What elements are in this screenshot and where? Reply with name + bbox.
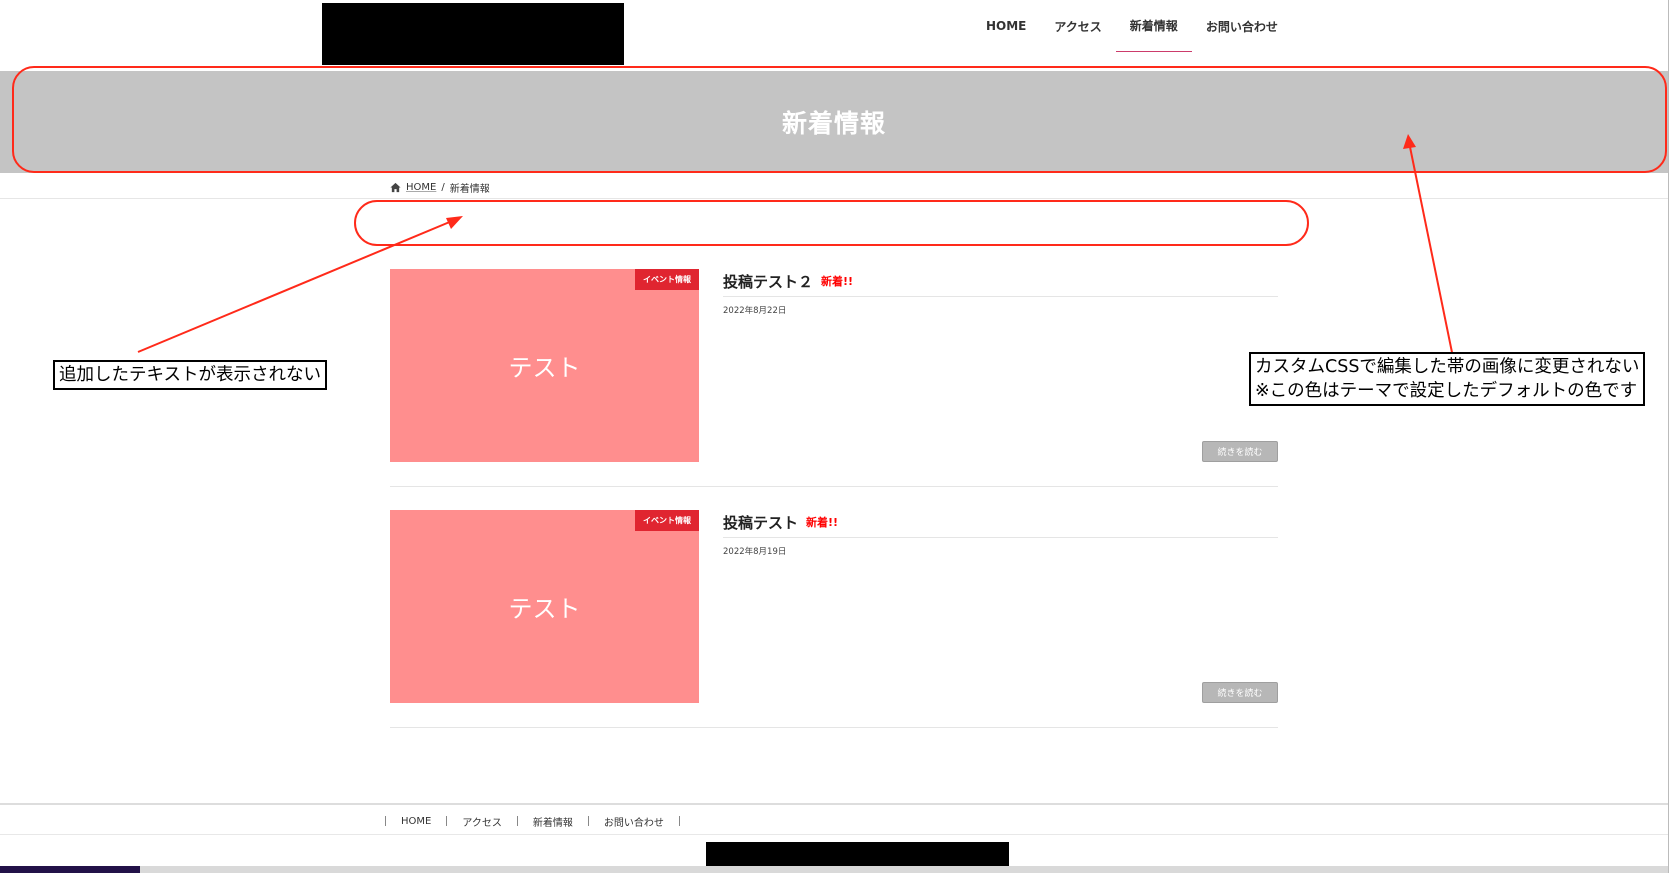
- breadcrumb-divider: [0, 198, 1668, 199]
- footer-nav-access[interactable]: アクセス: [447, 814, 517, 829]
- read-more-button[interactable]: 続きを読む: [1202, 441, 1278, 462]
- category-badge[interactable]: イベント情報: [635, 269, 699, 290]
- window-bottom-strip: [0, 866, 1668, 873]
- new-tag: 新着!!: [821, 275, 854, 288]
- nav-access[interactable]: アクセス: [1040, 0, 1115, 52]
- footer-nav-contact[interactable]: お問い合わせ: [589, 814, 679, 829]
- annotation-note-right: カスタムCSSで編集した帯の画像に変更されない ※この色はテーマで設定したデフォ…: [1249, 352, 1646, 406]
- post-title-row: 投稿テスト２ 新着!!: [723, 271, 1278, 297]
- global-nav: HOME アクセス 新着情報 お問い合わせ: [972, 0, 1292, 70]
- breadcrumb-current: 新着情報: [449, 183, 490, 195]
- annotation-note-left-text: 追加したテキストが表示されない: [59, 365, 321, 385]
- footer-divider: [0, 803, 1668, 805]
- post-date: 2022年8月22日: [723, 306, 787, 316]
- post-thumbnail[interactable]: テスト イベント情報: [390, 269, 699, 462]
- annotation-note-right-line1: カスタムCSSで編集した帯の画像に変更されない: [1255, 357, 1640, 377]
- post-thumbnail[interactable]: テスト イベント情報: [390, 510, 699, 703]
- post-card: テスト イベント情報 投稿テスト 新着!! 2022年8月19日 続きを読む: [390, 510, 1278, 728]
- breadcrumb-separator: /: [441, 181, 445, 193]
- footer-separator: [678, 816, 680, 826]
- category-badge[interactable]: イベント情報: [635, 510, 699, 531]
- breadcrumb: HOME / 新着情報: [390, 180, 490, 195]
- post-title-row: 投稿テスト 新着!!: [723, 512, 1278, 538]
- annotation-outline-empty-area: [354, 200, 1309, 246]
- read-more-button[interactable]: 続きを読む: [1202, 682, 1278, 703]
- footer-nav-home[interactable]: HOME: [386, 816, 446, 827]
- breadcrumb-home-link[interactable]: HOME: [406, 182, 436, 193]
- post-title[interactable]: 投稿テスト２: [723, 271, 813, 292]
- annotation-outline-band: [12, 66, 1667, 173]
- thumbnail-text: テスト: [508, 354, 581, 382]
- new-tag: 新着!!: [806, 516, 839, 529]
- annotation-arrow-right: [1409, 146, 1457, 373]
- annotation-note-right-line2: ※この色はテーマで設定したデフォルトの色です: [1255, 381, 1638, 401]
- footer-nav: HOME アクセス 新着情報 お問い合わせ: [385, 813, 680, 829]
- page-edge: [1668, 0, 1669, 873]
- thumbnail-text: テスト: [508, 595, 581, 623]
- nav-news[interactable]: 新着情報: [1115, 0, 1192, 52]
- footer-bottom-divider: [0, 834, 1668, 835]
- taskbar-fragment: [0, 866, 140, 873]
- post-date: 2022年8月19日: [723, 547, 787, 557]
- post-title[interactable]: 投稿テスト: [723, 512, 798, 533]
- nav-contact[interactable]: お問い合わせ: [1192, 0, 1292, 52]
- logo-redacted[interactable]: [322, 3, 624, 65]
- annotation-note-left: 追加したテキストが表示されない: [53, 360, 327, 390]
- nav-home[interactable]: HOME: [972, 0, 1040, 52]
- home-icon: [390, 182, 401, 192]
- footer-nav-news[interactable]: 新着情報: [518, 814, 588, 829]
- post-card: テスト イベント情報 投稿テスト２ 新着!! 2022年8月22日 続きを読む: [390, 269, 1278, 487]
